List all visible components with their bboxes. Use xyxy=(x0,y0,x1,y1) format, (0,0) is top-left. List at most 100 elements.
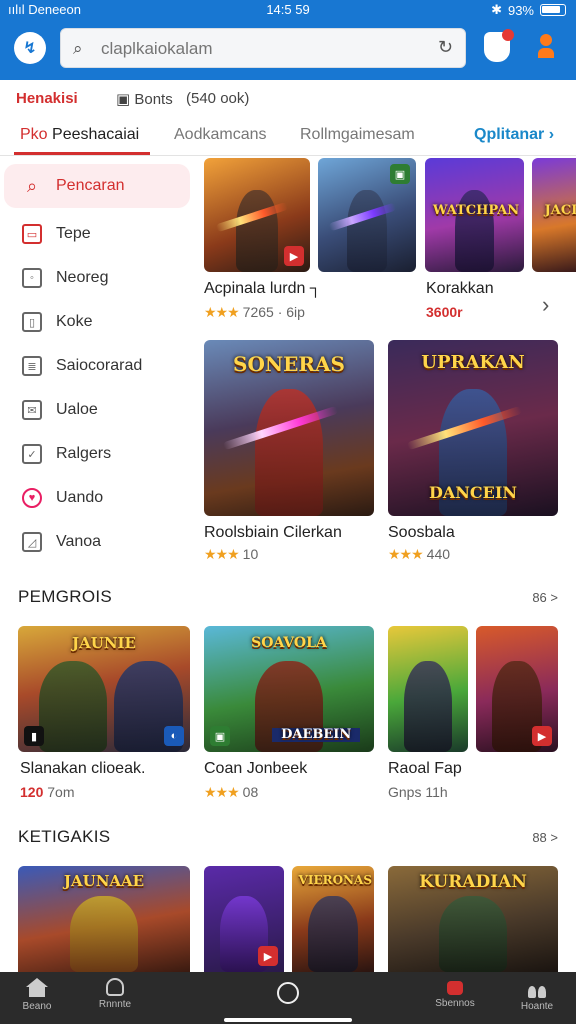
game-thumbnail[interactable] xyxy=(388,626,468,752)
game-title[interactable]: Korakkan xyxy=(426,280,494,298)
game-badge-icon: ◐ xyxy=(164,726,184,746)
game-banner-text: KURADIAN xyxy=(419,872,527,893)
game-title[interactable]: Raoal Fap xyxy=(388,760,462,778)
nav-home[interactable]: Beano xyxy=(2,978,72,1012)
game-thumbnail[interactable]: WATCHPAN xyxy=(425,158,524,272)
game-rating: ★★★ 7265 · 6ip xyxy=(204,304,305,320)
notification-badge xyxy=(502,29,514,41)
game-badge-icon: ▮ xyxy=(24,726,44,746)
game-banner-text: JAUNAAE xyxy=(63,872,145,891)
notification-icon[interactable] xyxy=(484,29,514,62)
sidebar-item-clipboard[interactable]: ≣ Saiocorarad xyxy=(4,344,190,388)
sidebar-item-label: Vanoa xyxy=(56,533,102,550)
sidebar-item-label: Neoreg xyxy=(56,269,109,286)
game-thumbnail[interactable]: UPRAKAN DANCEIN xyxy=(388,340,558,516)
game-thumbnail[interactable]: ▶ xyxy=(204,158,310,272)
search-icon: ⌕ xyxy=(26,175,38,196)
nav-label: Sbennos xyxy=(435,998,475,1009)
game-banner-text: VIERONAS xyxy=(298,873,372,888)
section-more-link[interactable]: 86 > xyxy=(532,590,558,605)
game-title[interactable]: Acpinala lurdn ┐ xyxy=(204,280,321,298)
sidebar-item-label: Uando xyxy=(56,489,104,506)
chat-icon: ◦ xyxy=(22,268,42,288)
game-thumbnail[interactable]: SONERAS xyxy=(204,340,374,516)
home-icon xyxy=(26,978,48,998)
game-rating: ★★★ 440 xyxy=(388,546,451,562)
search-input[interactable] xyxy=(101,37,421,61)
status-time: 14:5 59 xyxy=(266,2,310,17)
tab-ranking[interactable]: Rollmgaimesam xyxy=(300,126,415,144)
nav-store[interactable]: Rnnnte xyxy=(80,978,150,1010)
home-circle-icon[interactable] xyxy=(277,982,299,1004)
status-bar: ıılıl Deneeon 14:5 59 ✱ 93% xyxy=(0,0,576,20)
game-banner-text: SONERAS xyxy=(233,352,345,377)
game-thumbnail[interactable]: JAUNIE ▮ ◐ xyxy=(18,626,190,752)
game-badge-icon: ▣ xyxy=(210,726,230,746)
game-badge-icon: ▶ xyxy=(258,946,278,966)
game-banner-text: UPRAKAN xyxy=(421,352,525,374)
nav-profile[interactable]: Hoante xyxy=(502,978,572,1012)
home-indicator xyxy=(224,1018,352,1022)
nav-label: Hoante xyxy=(520,1001,554,1012)
refresh-icon[interactable]: ↻ xyxy=(438,37,453,58)
nav-label: Beano xyxy=(22,1001,52,1012)
active-tab-indicator xyxy=(14,152,150,155)
game-title[interactable]: Soosbala xyxy=(388,524,455,542)
sidebar-item-label: Pencaran xyxy=(56,177,125,194)
profile-icon[interactable] xyxy=(538,34,554,60)
sidebar-item-tv[interactable]: ▭ Tepe xyxy=(4,212,190,256)
sidebar-item-label: Koke xyxy=(56,313,93,330)
game-banner-text: DAEBEIN xyxy=(272,728,361,742)
game-thumbnail[interactable]: ▣ xyxy=(318,158,416,272)
sidebar-item-heart[interactable]: ♥ Uando xyxy=(4,476,190,520)
app-header: ıılıl Deneeon 14:5 59 ✱ 93% ↯ ⌕ ↻ xyxy=(0,0,576,80)
game-title[interactable]: Coan Jonbeek xyxy=(204,760,307,778)
game-thumbnail[interactable]: ▶ xyxy=(476,626,558,752)
game-title[interactable]: Roolsbiain Cilerkan xyxy=(204,524,342,542)
store-count: (540 ook) xyxy=(186,90,250,107)
game-thumbnail[interactable]: KURADIAN xyxy=(388,866,558,972)
chat-badge-icon xyxy=(447,981,463,995)
search-icon: ⌕ xyxy=(73,39,83,58)
sidebar-item-mail[interactable]: ✉ Ualoe xyxy=(4,388,190,432)
nav-label: Rnnnte xyxy=(98,999,132,1010)
game-rating: ★★★ 08 xyxy=(204,784,259,800)
game-banner-text: SOAVOLA xyxy=(251,635,327,652)
sidebar-item-search[interactable]: ⌕ Pencaran xyxy=(4,164,190,208)
game-thumbnail[interactable]: SOAVOLA DAEBEIN ▣ xyxy=(204,626,374,752)
sidebar-item-checklist[interactable]: ✓ Ralgers xyxy=(4,432,190,476)
people-icon xyxy=(526,978,548,998)
game-thumbnail[interactable]: VIERONAS xyxy=(292,866,374,972)
section-title: KETIGAKIS xyxy=(18,827,111,846)
sidebar-item-note[interactable]: ◿ Vanoa xyxy=(4,520,190,564)
chevron-right-icon[interactable]: › xyxy=(542,292,549,318)
game-badge-icon: ▶ xyxy=(532,726,552,746)
sidebar-item-label: Ualoe xyxy=(56,401,98,418)
sidebar-item-chat[interactable]: ◦ Neoreg xyxy=(4,256,190,300)
section-more-link[interactable]: 88 > xyxy=(532,830,558,845)
book-icon: ▯ xyxy=(22,312,42,332)
game-banner-text: DANCEIN xyxy=(429,483,517,503)
game-thumbnail[interactable]: ▶ xyxy=(204,866,284,972)
game-thumbnail[interactable]: JAUNAAE xyxy=(18,866,190,972)
note-icon: ◿ xyxy=(22,532,42,552)
section-title: PEMGROIS xyxy=(18,587,113,606)
app-logo-button[interactable]: ↯ xyxy=(14,32,46,64)
tab-categories[interactable]: Aodkamcans xyxy=(174,126,267,144)
sidebar-item-label: Saiocorarad xyxy=(56,357,143,374)
game-badge-icon: ▶ xyxy=(284,246,304,266)
mail-icon: ✉ xyxy=(22,400,42,420)
game-thumbnail[interactable]: JACI xyxy=(532,158,576,272)
nav-messages[interactable]: Sbennos xyxy=(420,978,490,1009)
game-title[interactable]: Slanakan clioeak. xyxy=(20,760,145,778)
tab-more[interactable]: Qplitanar › xyxy=(474,126,554,144)
search-bar[interactable]: ⌕ ↻ xyxy=(60,28,466,68)
bluetooth-icon: ✱ xyxy=(491,2,502,17)
sidebar-item-label: Tepe xyxy=(56,225,91,242)
game-banner-text: WATCHPAN xyxy=(432,202,520,218)
tab-bar: Pko Peeshacaiai Aodkamcans Rollmgaimesam… xyxy=(0,116,576,156)
tab-featured[interactable]: Pko Peeshacaiai xyxy=(20,126,139,144)
checklist-icon: ✓ xyxy=(22,444,42,464)
brand-label: Henakisi xyxy=(16,90,78,107)
sidebar-item-book[interactable]: ▯ Koke xyxy=(4,300,190,344)
